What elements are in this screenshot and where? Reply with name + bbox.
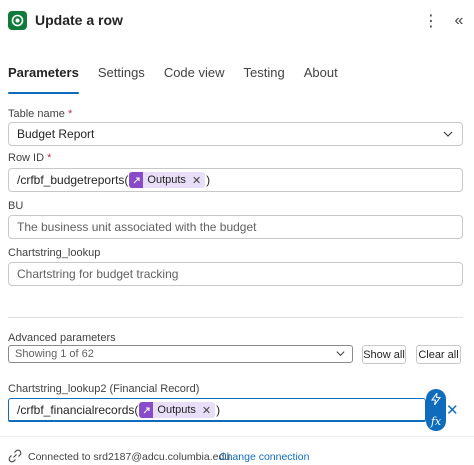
dataverse-icon xyxy=(8,11,27,30)
remove-token-icon[interactable]: ✕ xyxy=(202,404,211,417)
insert-content-pill: fx xyxy=(426,389,446,431)
chartstring-lookup2-label: Chartstring_lookup2 (Financial Record) xyxy=(8,383,200,395)
function-fx-icon[interactable]: fx xyxy=(431,415,441,428)
outputs-token[interactable]: Outputs ✕ xyxy=(129,172,206,188)
collapse-panel-icon[interactable]: « xyxy=(449,10,469,32)
row-id-prefix: /crfbf_budgetreports( xyxy=(17,173,129,187)
tab-parameters[interactable]: Parameters xyxy=(8,64,79,94)
tab-settings[interactable]: Settings xyxy=(98,64,145,94)
connection-icon xyxy=(8,449,22,463)
tab-about[interactable]: About xyxy=(304,64,338,94)
close-icon[interactable]: ✕ xyxy=(446,401,459,419)
connection-status-text: Connected to srd2187@adcu.columbia.edu. xyxy=(28,451,234,463)
row-id-label: Row ID * xyxy=(8,152,52,164)
chartstring-lookup2-input[interactable]: /crfbf_financialrecords( Outputs ✕ ) xyxy=(8,398,426,422)
clear-all-button[interactable]: Clear all xyxy=(416,345,461,364)
required-marker: * xyxy=(47,152,52,164)
tab-bar: Parameters Settings Code view Testing Ab… xyxy=(8,64,357,94)
row-id-input[interactable]: /crfbf_budgetreports( Outputs ✕ ) xyxy=(8,168,463,192)
section-divider xyxy=(8,317,463,318)
chevron-down-icon xyxy=(442,128,454,143)
chartstring-lookup-label: Chartstring_lookup xyxy=(8,247,101,259)
change-connection-link[interactable]: Change connection xyxy=(219,451,310,463)
bu-label: BU xyxy=(8,200,24,212)
token-label: Outputs xyxy=(147,174,186,186)
tab-testing[interactable]: Testing xyxy=(244,64,285,94)
row-id-suffix: ) xyxy=(206,173,211,187)
table-name-value: Budget Report xyxy=(17,127,95,141)
table-name-label: Table name * xyxy=(8,108,73,120)
page-title: Update a row xyxy=(35,12,123,28)
advanced-parameters-label: Advanced parameters xyxy=(8,332,116,344)
remove-token-icon[interactable]: ✕ xyxy=(192,174,201,187)
footer-divider xyxy=(0,436,474,437)
panel-header: Update a row ⋮ « xyxy=(0,0,474,44)
dynamic-content-icon xyxy=(139,402,154,418)
show-all-button[interactable]: Show all xyxy=(362,345,406,364)
chartstring-lookup-placeholder: Chartstring for budget tracking xyxy=(17,267,179,281)
advanced-parameters-select[interactable]: Showing 1 of 62 xyxy=(8,345,353,363)
chartstring-lookup-input[interactable]: Chartstring for budget tracking xyxy=(8,262,463,286)
tab-code-view[interactable]: Code view xyxy=(164,64,225,94)
bu-input[interactable]: The business unit associated with the bu… xyxy=(8,215,463,239)
outputs-token[interactable]: Outputs ✕ xyxy=(139,402,216,418)
table-name-dropdown[interactable]: Budget Report xyxy=(8,122,463,146)
required-marker: * xyxy=(67,108,73,120)
dynamic-content-icon xyxy=(129,172,144,188)
advanced-showing-text: Showing 1 of 62 xyxy=(15,348,94,360)
chevron-down-icon xyxy=(335,348,346,362)
bu-placeholder: The business unit associated with the bu… xyxy=(17,220,257,234)
lightning-icon[interactable] xyxy=(431,390,441,410)
lookup2-suffix: ) xyxy=(216,403,221,417)
token-label: Outputs xyxy=(157,404,196,416)
more-options-icon[interactable]: ⋮ xyxy=(423,10,439,32)
lookup2-prefix: /crfbf_financialrecords( xyxy=(17,403,139,417)
